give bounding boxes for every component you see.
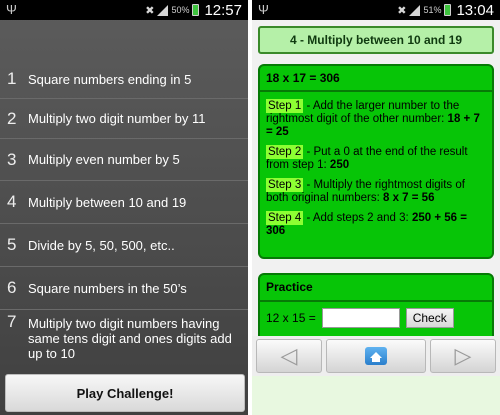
bottom-area [252,376,500,415]
menu-item-number: 7 [7,312,17,331]
practice-row: 12 x 15 = Check [260,302,492,334]
menu-item-label: Multiply two digit number by 11 [28,111,206,126]
check-button[interactable]: Check [405,308,454,328]
lesson-title: 4 - Multiply between 10 and 19 [258,26,494,54]
step-4: Step 4 - Add steps 2 and 3: 250 + 56 = 3… [266,211,486,238]
battery-percent: 50% [171,5,190,15]
mute-icon: ✖ [145,4,155,17]
usb-icon: Ψ [6,2,17,17]
step-tag: Step 1 [266,99,304,113]
home-button[interactable] [326,339,426,373]
menu-item-label: Multiply two digit numbers having same t… [28,316,232,361]
left-screen: Ψ ✖ 50% 12:57 1 Square numbers ending in… [0,0,248,415]
signal-icon [157,4,169,16]
play-challenge-button[interactable]: Play Challenge! [5,374,245,412]
explanation-panel: 18 x 17 = 306 Step 1 - Add the larger nu… [258,64,494,259]
menu-item-label: Square numbers in the 50’s [28,280,187,296]
clock: 13:04 [456,1,494,19]
clock: 12:57 [204,1,242,19]
battery-percent: 51% [423,5,442,15]
arrow-left-icon: ◁ [280,343,298,368]
menu-item-2[interactable]: 2 Multiply two digit number by 11 [0,98,248,138]
menu-item-6[interactable]: 6 Square numbers in the 50’s [0,266,248,309]
step-tag: Step 2 [266,145,304,159]
menu-item-label: Multiply even number by 5 [28,152,180,167]
menu-item-5[interactable]: 5 Divide by 5, 50, 500, etc.. [0,223,248,266]
lesson-menu: 1 Square numbers ending in 5 2 Multiply … [0,60,248,373]
menu-item-number: 1 [7,69,17,88]
nav-bar: ◁ ▷ [252,336,500,376]
example-problem: 18 x 17 = 306 [260,70,492,92]
next-button[interactable]: ▷ [430,339,496,373]
usb-icon: Ψ [258,2,269,17]
practice-title: Practice [260,275,492,302]
menu-item-number: 2 [7,108,17,128]
menu-item-number: 6 [7,278,17,297]
battery-icon [444,4,452,16]
step-result: 250 [329,159,350,171]
menu-item-number: 4 [7,192,17,211]
menu-item-label: Divide by 5, 50, 500, etc.. [28,237,175,253]
step-text: - Add steps 2 and 3: [303,212,412,224]
menu-item-7[interactable]: 7 Multiply two digit numbers having same… [0,309,248,373]
step-tag: Step 3 [266,178,304,192]
step-2: Step 2 - Put a 0 at the end of the resul… [266,145,486,172]
step-result: 8 x 7 = 56 [382,192,435,204]
prev-button[interactable]: ◁ [256,339,322,373]
status-bar: Ψ ✖ 51% 13:04 [252,0,500,20]
signal-icon [409,4,421,16]
mute-icon: ✖ [397,4,407,17]
menu-item-3[interactable]: 3 Multiply even number by 5 [0,138,248,180]
menu-item-label: Square numbers ending in 5 [28,71,192,87]
menu-item-4[interactable]: 4 Multiply between 10 and 19 [0,180,248,223]
answer-input[interactable] [321,308,400,328]
home-icon [365,347,387,365]
step-1: Step 1 - Add the larger number to the ri… [266,99,486,139]
menu-item-number: 3 [7,149,17,169]
step-tag: Step 4 [266,211,304,225]
menu-item-number: 5 [7,235,17,254]
practice-question: 12 x 15 = [266,311,316,325]
arrow-right-icon: ▷ [454,343,472,368]
status-bar: Ψ ✖ 50% 12:57 [0,0,248,20]
menu-item-label: Multiply between 10 and 19 [28,194,187,210]
right-screen: Ψ ✖ 51% 13:04 4 - Multiply between 10 an… [252,0,500,415]
battery-icon [192,4,200,16]
menu-item-1[interactable]: 1 Square numbers ending in 5 [0,60,248,98]
step-3: Step 3 - Multiply the rightmost digits o… [266,178,486,205]
